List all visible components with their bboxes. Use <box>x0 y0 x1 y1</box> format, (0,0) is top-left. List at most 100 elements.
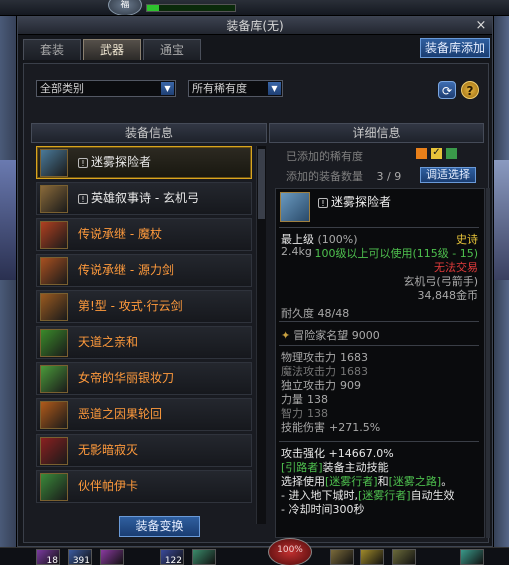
scrollbar-thumb[interactable] <box>258 149 265 219</box>
bow-weapon-icon <box>40 149 68 177</box>
skill-slot[interactable]: 18 <box>36 549 60 565</box>
chevron-down-icon: ▼ <box>268 82 281 95</box>
skill-hotbar: 100% 18 391 122 <box>0 538 509 565</box>
divider <box>279 345 479 346</box>
list-scrollbar[interactable] <box>256 146 266 524</box>
tab-weapon[interactable]: 武器 <box>83 39 141 60</box>
tab-label: 武器 <box>99 43 124 57</box>
rarity-green-checkbox[interactable] <box>446 148 457 159</box>
list-item[interactable]: 传说承继 - 源力剑 <box>36 254 252 287</box>
equipment-swap-button[interactable]: 装备变换 <box>119 516 200 537</box>
skill-slot[interactable] <box>192 549 216 565</box>
list-item[interactable]: ! 英雄叙事诗 - 玄机弓 <box>36 182 252 215</box>
top-hud-strip: 福 <box>0 0 509 16</box>
list-item-label: 无影暗寂灭 <box>78 435 138 466</box>
detail-item-name-text: 迷雾探险者 <box>331 195 392 209</box>
mp-orb: 100% <box>268 538 312 565</box>
skill-slot[interactable] <box>392 549 416 565</box>
list-item-label: 天道之亲和 <box>78 327 138 358</box>
sword-weapon-icon <box>40 293 68 321</box>
window-titlebar[interactable]: 装备库(无) <box>18 17 492 35</box>
bow-weapon-icon <box>280 192 310 222</box>
skill-text: 自动生效 <box>410 489 455 502</box>
bow-weapon-icon <box>40 185 68 213</box>
hp-bar-fill <box>147 5 160 11</box>
list-item[interactable]: 第!型 - 攻式·行云剑 <box>36 290 252 323</box>
sell-price: 34,848金币 <box>417 289 479 302</box>
list-item-label: 第!型 - 攻式·行云剑 <box>78 291 183 322</box>
list-item-label: ! 迷雾探险者 <box>78 147 151 178</box>
list-item-name: 传说承继 - 源力剑 <box>78 263 174 277</box>
staff-weapon-icon <box>40 329 68 357</box>
list-item[interactable]: 天道之亲和 <box>36 326 252 359</box>
adjust-select-button[interactable]: 调适选择 <box>420 167 476 183</box>
list-item-name: 天道之亲和 <box>78 335 139 349</box>
notice-icon: ! <box>318 198 328 208</box>
help-icon[interactable]: ? <box>461 81 479 99</box>
sword-weapon-icon <box>40 257 68 285</box>
list-item-name: 第!型 - 攻式·行云剑 <box>78 299 183 313</box>
refresh-icon[interactable]: ⟳ <box>438 81 456 99</box>
list-item-name: 英雄叙事诗 - 玄机弓 <box>91 191 199 205</box>
check-icon: ✓ <box>432 147 441 158</box>
list-item[interactable]: 恶道之因果轮回 <box>36 398 252 431</box>
list-item[interactable]: 女帝的华丽银妆刀 <box>36 362 252 395</box>
tab-set[interactable]: 套装 <box>23 39 81 60</box>
close-icon[interactable]: × <box>474 19 488 33</box>
rarity-gold-checkbox[interactable]: ✓ <box>431 148 442 159</box>
notice-icon: ! <box>78 194 88 204</box>
add-to-library-button[interactable]: 装备库添加 <box>420 38 490 58</box>
divider <box>279 321 479 322</box>
detail-info-header: 详细信息 <box>269 123 484 143</box>
hp-bar <box>146 4 236 12</box>
item-detail-tooltip: ! 迷雾探险者 最上级 (100%) 史诗 2.4kg 100级以上可以使用(11… <box>275 188 485 538</box>
equipment-info-header: 装备信息 <box>31 123 267 143</box>
weight-text: 2.4kg <box>281 245 312 258</box>
list-item[interactable]: ! 迷雾探险者 <box>36 146 252 179</box>
list-item-label: 女帝的华丽银妆刀 <box>78 363 174 394</box>
pet-weapon-icon <box>40 473 68 501</box>
detail-scrollbar[interactable] <box>486 188 490 538</box>
divider <box>279 441 479 442</box>
rarity-orange-checkbox[interactable] <box>416 148 427 159</box>
tab-label: 套装 <box>39 43 64 57</box>
stat-row: 技能伤害 +271.5% <box>281 419 380 435</box>
list-item[interactable]: 伙伴帕伊卡 <box>36 470 252 503</box>
list-item-label: 伙伴帕伊卡 <box>78 471 138 502</box>
blade-weapon-icon <box>40 365 68 393</box>
category-select[interactable]: 全部类别 ▼ <box>36 80 176 97</box>
notice-icon: ! <box>78 158 88 168</box>
list-item-name: 女帝的华丽银妆刀 <box>78 371 175 385</box>
skill-line-4: - 冷却时间300秒 <box>281 503 365 516</box>
list-item-label: 传说承继 - 魔杖 <box>78 219 162 250</box>
skill-slot[interactable] <box>360 549 384 565</box>
window-title: 装备库(无) <box>226 19 284 33</box>
skill-slot[interactable]: 391 <box>68 549 92 565</box>
skill-slot[interactable] <box>330 549 354 565</box>
skill-slot[interactable] <box>460 549 484 565</box>
list-item-name: 伙伴帕伊卡 <box>78 479 139 493</box>
background-character-right <box>491 160 509 280</box>
rarity-select[interactable]: 所有稀有度 ▼ <box>188 80 283 97</box>
category-value: 全部类别 <box>40 82 84 95</box>
fame-icon: ✦ <box>281 329 291 342</box>
stat-value: +271.5% <box>329 421 381 434</box>
skill-slot-count: 122 <box>164 556 182 565</box>
skill-slot[interactable] <box>100 549 124 565</box>
skill-slot[interactable]: 122 <box>160 549 184 565</box>
claw-weapon-icon <box>40 401 68 429</box>
tab-treasure[interactable]: 通宝 <box>143 39 201 60</box>
chevron-down-icon: ▼ <box>161 82 174 95</box>
list-item-label: ! 英雄叙事诗 - 玄机弓 <box>78 183 199 214</box>
equipment-list: ! 迷雾探险者! 英雄叙事诗 - 玄机弓 传说承继 - 魔杖 传说承继 - 源力剑 第!型… <box>36 146 264 506</box>
list-item[interactable]: 传说承继 - 魔杖 <box>36 218 252 251</box>
list-item[interactable]: 无影暗寂灭 <box>36 434 252 467</box>
library-panel: 全部类别 ▼ 所有稀有度 ▼ ⟳ ? 装备信息 详细信息 ! 迷雾探险者! 英雄叙事… <box>23 63 490 543</box>
background-character-left <box>0 160 18 280</box>
equipment-library-window: 装备库(无) × 套装 武器 通宝 装备库添加 全部类别 ▼ 所有稀有度 ▼ ⟳… <box>17 16 493 547</box>
stat-label: 技能伤害 <box>281 421 325 434</box>
skill-slot-count: 18 <box>46 556 58 565</box>
game-screen: 福 装备库(无) × 套装 武器 通宝 装备库添加 全部类别 ▼ 所有稀有度 ▼… <box>0 0 509 565</box>
list-item-label: 恶道之因果轮回 <box>78 399 162 430</box>
skill-tag: [迷雾行者] <box>357 489 411 502</box>
